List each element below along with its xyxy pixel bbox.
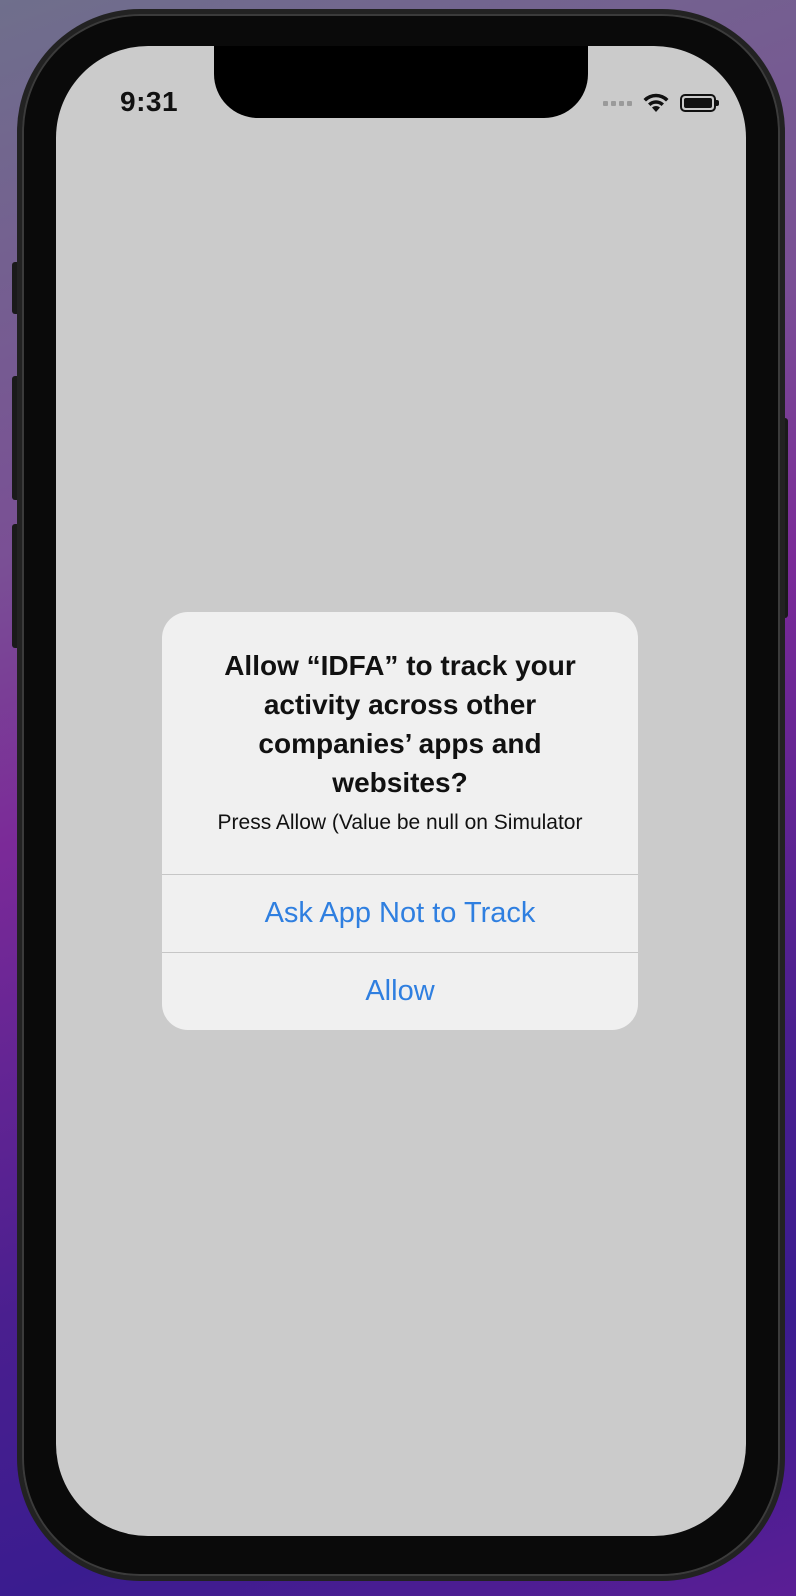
volume-up-button [12, 376, 20, 500]
signal-icon [603, 100, 632, 106]
status-time: 9:31 [120, 86, 179, 117]
mute-switch [12, 262, 20, 314]
ask-not-to-track-button[interactable]: Ask App Not to Track [162, 874, 638, 952]
screen: 9:31 Allow “IDFA” to track your activity… [56, 46, 746, 1536]
alert-body: Allow “IDFA” to track your activity acro… [162, 612, 638, 874]
status-icons [603, 92, 719, 114]
phone-frame: 9:31 Allow “IDFA” to track your activity… [22, 14, 780, 1576]
allow-button[interactable]: Allow [162, 952, 638, 1030]
notch [214, 46, 588, 118]
wifi-icon [643, 93, 669, 112]
battery-icon [680, 94, 719, 112]
alert-title: Allow “IDFA” to track your activity acro… [224, 650, 576, 798]
tracking-permission-alert: Allow “IDFA” to track your activity acro… [162, 612, 638, 1030]
power-button [780, 418, 788, 618]
alert-message: Press Allow (Value be null on Simulator [217, 811, 583, 834]
volume-down-button [12, 524, 20, 648]
